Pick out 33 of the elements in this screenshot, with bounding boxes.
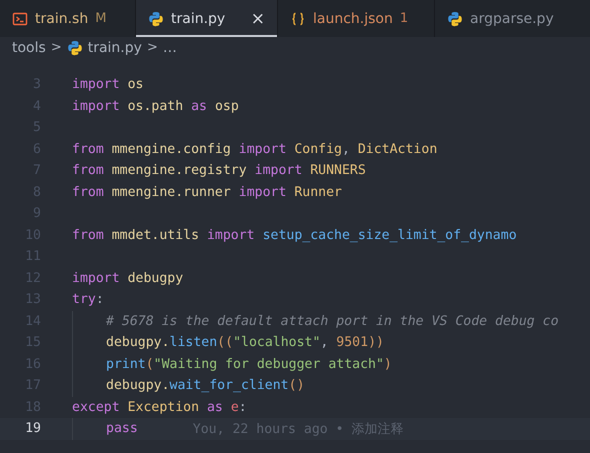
code-line: import os.path as osp <box>72 98 239 114</box>
code-line: from mmengine.runner import Runner <box>72 184 342 200</box>
code-line: debugpy.wait_for_client() <box>106 378 305 394</box>
tab-label: argparse.py <box>470 10 554 26</box>
chevron-icon: > <box>146 40 158 55</box>
problem-count: 1 <box>400 11 408 26</box>
python-icon <box>447 10 463 26</box>
code-line: try: <box>72 292 104 308</box>
code-line: from mmengine.registry import RUNNERS <box>72 163 366 178</box>
chevron-icon: > <box>50 40 62 55</box>
code-line: from mmengine.config import Config, DictAction <box>72 142 438 157</box>
terminal-icon <box>12 10 28 26</box>
code-line: print("Waiting for debugger attach") <box>106 356 392 372</box>
line-number: 19 <box>24 421 41 436</box>
editor-tab[interactable]: train.py × <box>136 0 278 37</box>
breadcrumb-item[interactable]: … <box>162 40 177 56</box>
code-line: # 5678 is the default attach port in the VS Code debug co <box>106 314 559 329</box>
code-line: except Exception as e: <box>72 400 247 415</box>
code-line: debugpy.listen(("localhost", 9501)) <box>106 335 384 350</box>
code-line: from mmdet.utils import setup_cache_size_limit_of_dynamo <box>72 228 517 243</box>
editor-tab[interactable]: argparse.py <box>435 0 590 37</box>
breadcrumb-item[interactable]: train.py <box>88 40 142 56</box>
modified-indicator: M <box>95 11 106 26</box>
tab-label: launch.json <box>313 10 393 26</box>
tab-label: train.sh <box>35 10 88 26</box>
close-icon[interactable]: × <box>250 8 265 28</box>
code-line: import os <box>72 77 144 92</box>
braces-icon <box>290 10 306 26</box>
code-line: pass <box>106 421 138 436</box>
tab-label: train.py <box>171 10 226 26</box>
code-line: import debugpy <box>72 270 184 286</box>
python-icon <box>148 10 164 26</box>
breadcrumb-item[interactable]: tools <box>12 40 46 56</box>
